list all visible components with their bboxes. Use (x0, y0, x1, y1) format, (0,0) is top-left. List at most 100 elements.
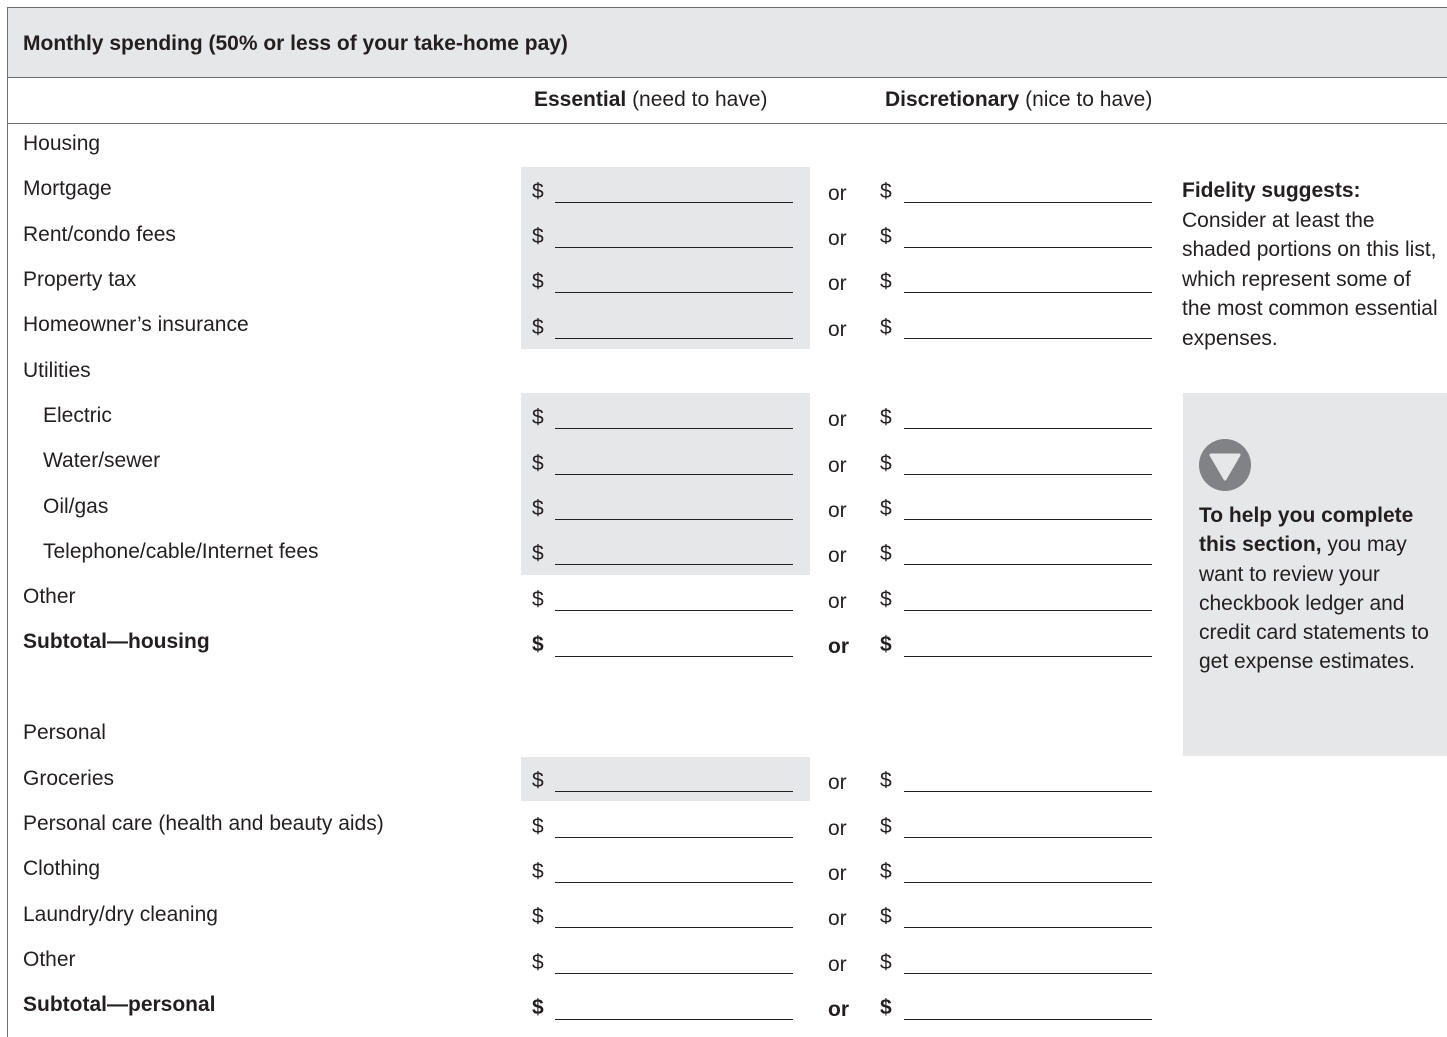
or-label: or (828, 272, 847, 295)
dollar-sign: $ (880, 406, 892, 429)
discretionary-electric-field[interactable] (904, 428, 1152, 429)
dollar-sign: $ (880, 769, 892, 792)
dollar-sign: $ (880, 452, 892, 475)
row-label-other-personal: Other (23, 948, 76, 971)
or-label: or (828, 499, 847, 522)
dollar-sign: $ (532, 270, 544, 293)
dollar-sign: $ (532, 406, 544, 429)
discretionary-other-personal-field[interactable] (904, 973, 1152, 974)
dollar-sign: $ (880, 180, 892, 203)
discretionary-laundry-field[interactable] (904, 927, 1152, 928)
row-label-subtotal-housing: Subtotal—housing (23, 630, 210, 653)
dollar-sign: $ (880, 497, 892, 520)
essential-shade-utilities (521, 393, 810, 575)
dollar-sign: $ (532, 633, 544, 656)
or-label: or (828, 182, 847, 205)
essential-personal-care-field[interactable] (555, 837, 793, 838)
row-label-homeowners-insurance: Homeowner’s insurance (23, 313, 249, 336)
essential-label: Essential (534, 88, 627, 111)
discretionary-note: (nice to have) (1025, 88, 1153, 111)
essential-water-field[interactable] (555, 474, 793, 475)
essential-clothing-field[interactable] (555, 882, 793, 883)
or-label: or (828, 998, 849, 1021)
row-label-telephone: Telephone/cable/Internet fees (43, 540, 319, 563)
essential-property-tax-field[interactable] (555, 292, 793, 293)
discretionary-other-housing-field[interactable] (904, 610, 1152, 611)
dollar-sign: $ (532, 588, 544, 611)
essential-insurance-field[interactable] (555, 338, 793, 339)
row-label-oil-gas: Oil/gas (43, 495, 109, 518)
essential-rent-field[interactable] (555, 247, 793, 248)
dollar-sign: $ (532, 225, 544, 248)
discretionary-oil-gas-field[interactable] (904, 519, 1152, 520)
row-label-mortgage: Mortgage (23, 177, 112, 200)
discretionary-column-header: Discretionary (nice to have) (885, 88, 1152, 112)
discretionary-telephone-field[interactable] (904, 564, 1152, 565)
row-label-utilities: Utilities (23, 359, 91, 382)
section-title-housing: Housing (23, 132, 101, 155)
or-label: or (828, 590, 847, 613)
essential-shade-housing (521, 167, 810, 349)
essential-other-housing-field[interactable] (555, 610, 793, 611)
row-label-groceries: Groceries (23, 767, 115, 790)
row-label-clothing: Clothing (23, 857, 101, 880)
dollar-sign: $ (880, 542, 892, 565)
dollar-sign: $ (532, 497, 544, 520)
dollar-sign: $ (532, 542, 544, 565)
suggestion-body: Consider at least the shaded portions on… (1182, 208, 1438, 350)
row-label-subtotal-personal: Subtotal—personal (23, 993, 216, 1016)
discretionary-rent-field[interactable] (904, 247, 1152, 248)
dollar-sign: $ (880, 588, 892, 611)
essential-mortgage-field[interactable] (555, 202, 793, 203)
essential-electric-field[interactable] (555, 428, 793, 429)
row-label-electric: Electric (43, 404, 112, 427)
discretionary-subtotal-housing-field[interactable] (904, 656, 1152, 657)
essential-column-header: Essential (need to have) (534, 88, 768, 112)
dollar-sign: $ (880, 860, 892, 883)
dollar-sign: $ (880, 905, 892, 928)
discretionary-property-tax-field[interactable] (904, 292, 1152, 293)
essential-other-personal-field[interactable] (555, 973, 793, 974)
discretionary-water-field[interactable] (904, 474, 1152, 475)
discretionary-subtotal-personal-field[interactable] (904, 1019, 1152, 1020)
dollar-sign: $ (532, 452, 544, 475)
tip-text: To help you complete this section, you m… (1199, 501, 1445, 677)
dollar-sign: $ (532, 905, 544, 928)
discretionary-mortgage-field[interactable] (904, 202, 1152, 203)
essential-groceries-field[interactable] (555, 791, 793, 792)
form-header: Monthly spending (50% or less of your ta… (8, 8, 1447, 78)
suggestion-title: Fidelity suggests: (1182, 179, 1361, 202)
discretionary-groceries-field[interactable] (904, 791, 1152, 792)
essential-note: (need to have) (632, 88, 768, 111)
essential-subtotal-personal-field[interactable] (555, 1019, 793, 1020)
or-label: or (828, 771, 847, 794)
row-label-laundry: Laundry/dry cleaning (23, 903, 218, 926)
or-label: or (828, 408, 847, 431)
or-label: or (828, 318, 847, 341)
dollar-sign: $ (532, 996, 544, 1019)
essential-telephone-field[interactable] (555, 564, 793, 565)
dollar-sign: $ (880, 815, 892, 838)
header-divider (8, 123, 1447, 124)
fidelity-suggestion: Fidelity suggests: Consider at least the… (1182, 176, 1442, 353)
essential-laundry-field[interactable] (555, 927, 793, 928)
row-label-water-sewer: Water/sewer (43, 449, 161, 472)
essential-subtotal-housing-field[interactable] (555, 656, 793, 657)
dollar-sign: $ (880, 996, 892, 1019)
or-label: or (828, 544, 847, 567)
discretionary-insurance-field[interactable] (904, 338, 1152, 339)
essential-oil-gas-field[interactable] (555, 519, 793, 520)
discretionary-personal-care-field[interactable] (904, 837, 1152, 838)
or-label: or (828, 817, 847, 840)
dollar-sign: $ (532, 951, 544, 974)
dollar-sign: $ (532, 769, 544, 792)
row-label-rent: Rent/condo fees (23, 223, 176, 246)
discretionary-clothing-field[interactable] (904, 882, 1152, 883)
or-label: or (828, 953, 847, 976)
dollar-sign: $ (532, 860, 544, 883)
row-label-other-housing: Other (23, 585, 76, 608)
discretionary-label: Discretionary (885, 88, 1020, 111)
or-label: or (828, 454, 847, 477)
row-label-property-tax: Property tax (23, 268, 137, 291)
or-label: or (828, 862, 847, 885)
